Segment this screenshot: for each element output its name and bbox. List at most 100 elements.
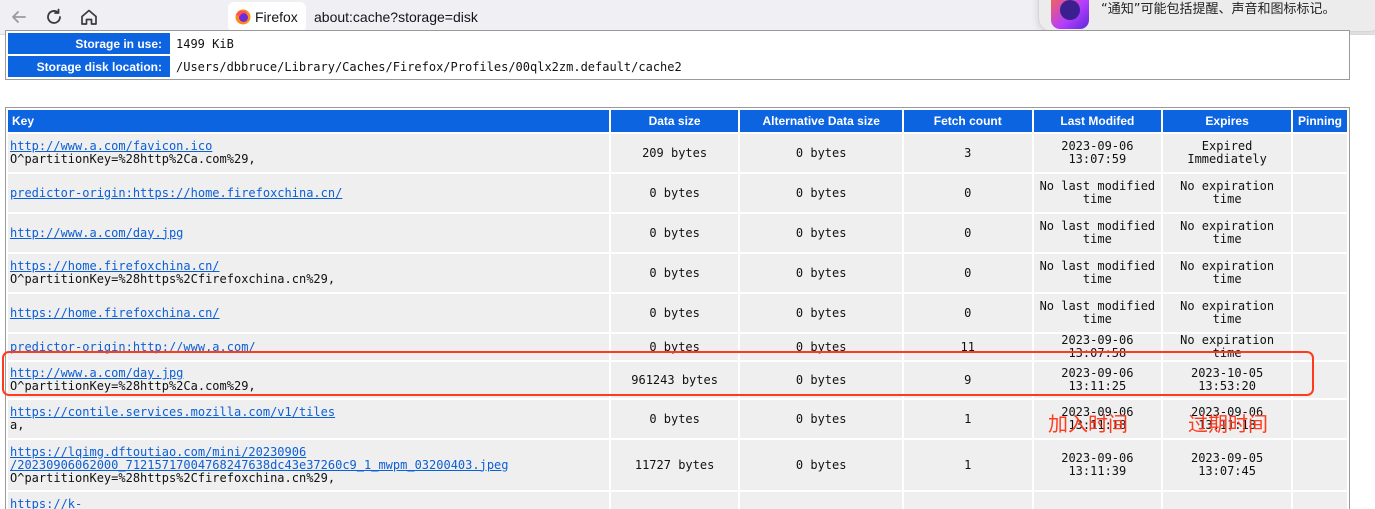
- table-header-row: Key Data size Alternative Data size Fetc…: [8, 110, 1347, 132]
- entry-fetch-count: 0: [903, 174, 1032, 212]
- entry-data-size: 0 bytes: [610, 334, 739, 360]
- entry-alt-data-size: 0 bytes: [740, 362, 902, 398]
- table-row: http://www.a.com/favicon.ico O^partitionK…: [8, 134, 1347, 172]
- entry-expires: No expiration time: [1163, 174, 1291, 212]
- entry-data-size: 0 bytes: [610, 400, 739, 438]
- entry-fetch-count: 0: [903, 214, 1032, 252]
- entry-key-link[interactable]: http://www.a.com/day.jpg: [10, 366, 183, 380]
- annotation-added-time: 加入时间: [1048, 412, 1128, 436]
- entry-fetch-count: 0: [903, 254, 1032, 292]
- entry-pinning: [1292, 440, 1347, 490]
- entry-data-size: 11727 bytes: [610, 440, 739, 490]
- table-row: predictor-origin:http://www.a.com/ 0 byt…: [8, 334, 1347, 360]
- entry-last-modified: [1033, 492, 1162, 509]
- col-header-key: Key: [8, 110, 609, 132]
- firefox-logo-icon: [235, 9, 251, 25]
- entry-last-modified: No last modified time: [1033, 214, 1162, 252]
- entry-data-size: 0 bytes: [610, 294, 739, 332]
- app-icon: [1051, 0, 1089, 29]
- col-header-data-size: Data size: [610, 110, 739, 132]
- entry-expires: 2023-10-05 13:53:20: [1163, 362, 1291, 398]
- table-row: https://k-static.appmobile.cn/uploads/ex…: [8, 492, 1347, 509]
- entry-key-link[interactable]: https://lqimg.dftoutiao.com/mini/2023090…: [10, 445, 509, 472]
- entry-fetch-count: 9: [903, 362, 1032, 398]
- entry-data-size: 961243 bytes: [610, 362, 739, 398]
- entry-key-link[interactable]: https://home.firefoxchina.cn/: [10, 259, 220, 273]
- entry-expires: Expired Immediately: [1163, 134, 1291, 172]
- table-row-highlighted: http://www.a.com/day.jpg O^partitionKey=%…: [8, 362, 1347, 398]
- entry-key-link[interactable]: https://home.firefoxchina.cn/: [10, 306, 220, 320]
- entry-last-modified: No last modified time: [1033, 254, 1162, 292]
- entry-alt-data-size: 0 bytes: [740, 440, 902, 490]
- entry-pinning: [1292, 174, 1347, 212]
- entry-fetch-count: 0: [903, 294, 1032, 332]
- entry-expires: No expiration time: [1163, 254, 1291, 292]
- entry-pinning: [1292, 214, 1347, 252]
- entry-key-link[interactable]: https://k-static.appmobile.cn/uploads/ex…: [10, 497, 566, 509]
- table-row: https://home.firefoxchina.cn/O^partition…: [8, 254, 1347, 292]
- entry-key-link[interactable]: http://www.a.com/favicon.ico: [10, 139, 212, 153]
- entry-key-link[interactable]: https://contile.services.mozilla.com/v1/…: [10, 405, 335, 419]
- table-row: http://www.a.com/day.jpg 0 bytes 0 bytes…: [8, 214, 1347, 252]
- entry-pinning: [1292, 254, 1347, 292]
- entry-data-size: 0 bytes: [610, 174, 739, 212]
- browser-toolbar: Firefox about:cache?storage=disk “通知”可能包…: [0, 0, 1375, 34]
- entry-data-size: 0 bytes: [610, 254, 739, 292]
- notification-text: “通知”可能包括提醒、声音和图标标记。: [1101, 2, 1336, 17]
- entry-fetch-count: 1: [903, 440, 1032, 490]
- storage-info-table: Storage in use: 1499 KiB Storage disk lo…: [5, 30, 1350, 80]
- storage-location-value: /Users/dbbruce/Library/Caches/Firefox/Pr…: [176, 59, 682, 74]
- entry-pinning: [1292, 400, 1347, 438]
- storage-location-row: Storage disk location: /Users/dbbruce/Li…: [8, 56, 1347, 77]
- entry-key-partition: O^partitionKey=%28http%2Ca.com%29,: [10, 152, 256, 166]
- entry-alt-data-size: 0 bytes: [740, 214, 902, 252]
- entry-alt-data-size: 0 bytes: [740, 134, 902, 172]
- storage-in-use-value: 1499 KiB: [176, 36, 234, 51]
- entry-last-modified: 2023-09-06 13:07:58: [1033, 334, 1162, 360]
- entry-data-size: [610, 492, 739, 509]
- entry-last-modified: No last modified time: [1033, 174, 1162, 212]
- entry-expires: No expiration time: [1163, 214, 1291, 252]
- col-header-fetch-count: Fetch count: [903, 110, 1032, 132]
- storage-in-use-row: Storage in use: 1499 KiB: [8, 33, 1347, 54]
- back-arrow-icon[interactable]: [8, 6, 30, 28]
- entry-fetch-count: 1: [903, 400, 1032, 438]
- entry-fetch-count: 3: [903, 134, 1032, 172]
- entry-data-size: 209 bytes: [610, 134, 739, 172]
- entry-expires: [1163, 492, 1291, 509]
- entry-fetch-count: 11: [903, 334, 1032, 360]
- annotation-expire-time: 过期时间: [1188, 412, 1268, 436]
- entry-key-link[interactable]: predictor-origin:http://www.a.com/: [10, 340, 256, 354]
- entry-data-size: 0 bytes: [610, 214, 739, 252]
- reload-icon[interactable]: [43, 6, 65, 28]
- entry-expires: 2023-09-05 13:07:45: [1163, 440, 1291, 490]
- entry-last-modified: 2023-09-06 13:11:25: [1033, 362, 1162, 398]
- entry-pinning: [1292, 492, 1347, 509]
- entry-key-partition: O^partitionKey=%28https%2Cfirefoxchina.c…: [10, 470, 336, 485]
- entry-key-link[interactable]: http://www.a.com/day.jpg: [10, 226, 183, 240]
- entry-alt-data-size: 0 bytes: [740, 400, 902, 438]
- storage-location-label: Storage disk location:: [8, 56, 170, 77]
- system-notification[interactable]: “通知”可能包括提醒、声音和图标标记。: [1038, 0, 1375, 32]
- table-row: https://home.firefoxchina.cn/ 0 bytes 0 …: [8, 294, 1347, 332]
- entry-pinning: [1292, 334, 1347, 360]
- entry-alt-data-size: 0 bytes: [740, 254, 902, 292]
- entry-key-partition: O^partitionKey=%28https%2Cfirefoxchina.c…: [10, 272, 336, 286]
- entry-key-partition: a,: [10, 418, 25, 432]
- tab-title: Firefox: [255, 9, 298, 25]
- entry-pinning: [1292, 294, 1347, 332]
- entry-alt-data-size: [740, 492, 902, 509]
- entry-key-link[interactable]: predictor-origin:https://home.firefoxchi…: [10, 186, 342, 200]
- entry-alt-data-size: 0 bytes: [740, 174, 902, 212]
- table-row: predictor-origin:https://home.firefoxchi…: [8, 174, 1347, 212]
- entry-last-modified: No last modified time: [1033, 294, 1162, 332]
- entry-fetch-count: [903, 492, 1032, 509]
- address-bar[interactable]: about:cache?storage=disk: [314, 9, 478, 25]
- entry-pinning: [1292, 362, 1347, 398]
- entry-alt-data-size: 0 bytes: [740, 294, 902, 332]
- col-header-pinning: Pinning: [1292, 110, 1347, 132]
- active-tab[interactable]: Firefox: [228, 2, 306, 32]
- home-icon[interactable]: [78, 6, 100, 28]
- col-header-alt-data-size: Alternative Data size: [740, 110, 902, 132]
- col-header-last-modified: Last Modifed: [1033, 110, 1162, 132]
